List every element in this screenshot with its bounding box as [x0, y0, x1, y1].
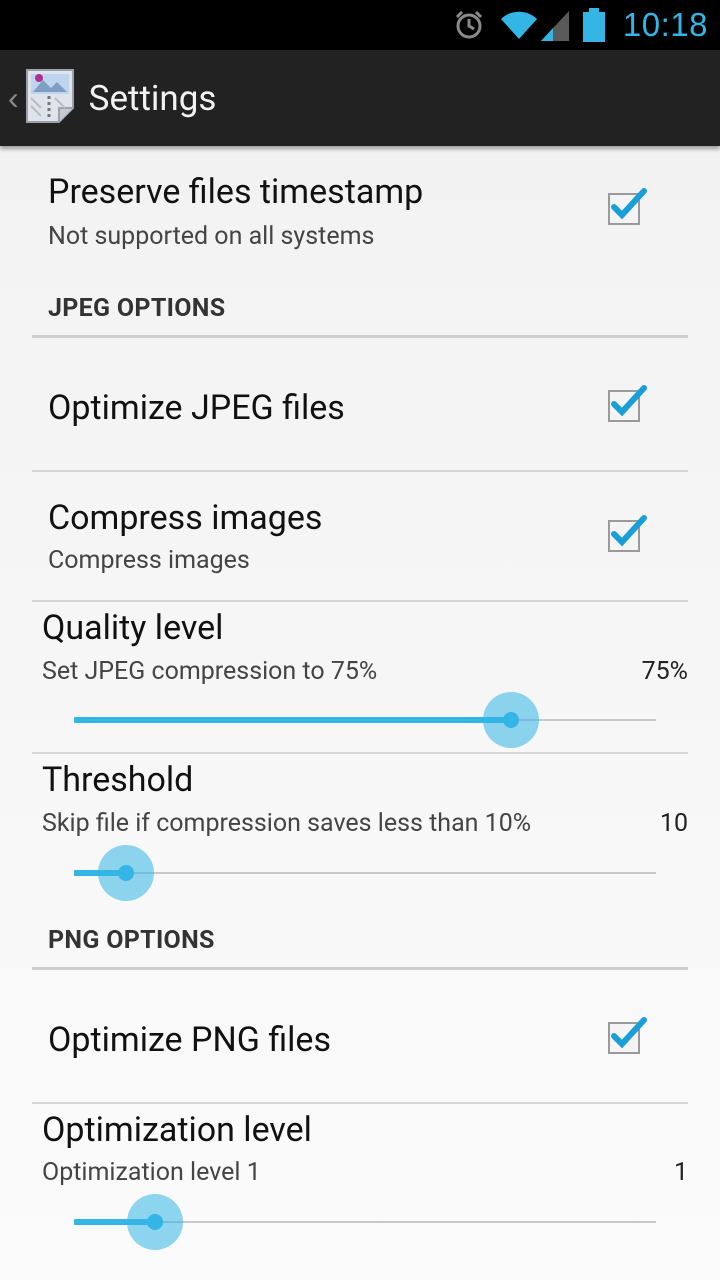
preserve-timestamp-checkbox[interactable]	[608, 188, 647, 225]
check-icon	[611, 515, 647, 547]
threshold-value-label: 10	[659, 809, 688, 838]
pref-summary: Set JPEG compression to 75%	[42, 657, 378, 686]
pref-summary: Optimization level 1	[42, 1158, 261, 1187]
check-icon	[611, 188, 647, 220]
up-navigation[interactable]: ‹	[0, 50, 89, 146]
page-title: Settings	[88, 77, 217, 119]
optimization-level-value-label: 1	[673, 1158, 688, 1187]
pref-quality-level: Quality level Set JPEG compression to 75…	[32, 602, 688, 752]
compress-images-checkbox[interactable]	[608, 515, 647, 552]
optimization-level-slider[interactable]	[74, 1192, 656, 1252]
pref-optimize-jpeg[interactable]: Optimize JPEG files	[32, 338, 688, 470]
section-header-jpeg: JPEG OPTIONS	[48, 294, 226, 323]
pref-title: Threshold	[42, 760, 194, 800]
slider-track	[74, 872, 656, 874]
pref-threshold: Threshold Skip file if compression saves…	[32, 754, 688, 904]
wifi-icon	[499, 9, 539, 41]
quality-level-slider[interactable]	[74, 690, 656, 750]
alarm-icon	[453, 9, 485, 41]
pref-title: Quality level	[42, 608, 224, 648]
optimize-png-checkbox[interactable]	[608, 1017, 647, 1054]
pref-optimize-png[interactable]: Optimize PNG files	[32, 970, 688, 1102]
pref-summary: Skip file if compression saves less than…	[42, 809, 532, 838]
pref-title: Optimize JPEG files	[48, 388, 345, 428]
pref-title: Preserve files timestamp	[48, 172, 424, 212]
zip-archive-icon	[25, 68, 75, 128]
battery-icon	[582, 8, 605, 42]
pref-compress-images[interactable]: Compress images Compress images	[32, 472, 688, 600]
slider-thumb[interactable]	[502, 712, 519, 728]
pref-preserve-timestamp[interactable]: Preserve files timestamp Not supported o…	[32, 146, 688, 296]
section-header-png: PNG OPTIONS	[48, 926, 215, 955]
pref-summary: Compress images	[48, 546, 250, 575]
pref-title: Optimization level	[42, 1110, 312, 1150]
quality-value-label: 75%	[641, 657, 688, 686]
cell-signal-icon	[540, 9, 569, 41]
chevron-left-icon: ‹	[8, 79, 19, 116]
threshold-slider[interactable]	[74, 843, 656, 903]
action-bar: ‹ Settings	[0, 50, 720, 146]
status-clock: 10:18	[622, 6, 708, 43]
pref-optimization-level: Optimization level Optimization level 1 …	[32, 1104, 688, 1274]
optimize-jpeg-checkbox[interactable]	[608, 385, 647, 422]
check-icon	[611, 385, 647, 417]
pref-summary: Not supported on all systems	[48, 222, 375, 251]
check-icon	[611, 1017, 647, 1049]
pref-title: Compress images	[48, 498, 323, 538]
slider-progress	[74, 717, 511, 723]
pref-title: Optimize PNG files	[48, 1020, 332, 1060]
status-bar: 10:18	[0, 0, 720, 50]
